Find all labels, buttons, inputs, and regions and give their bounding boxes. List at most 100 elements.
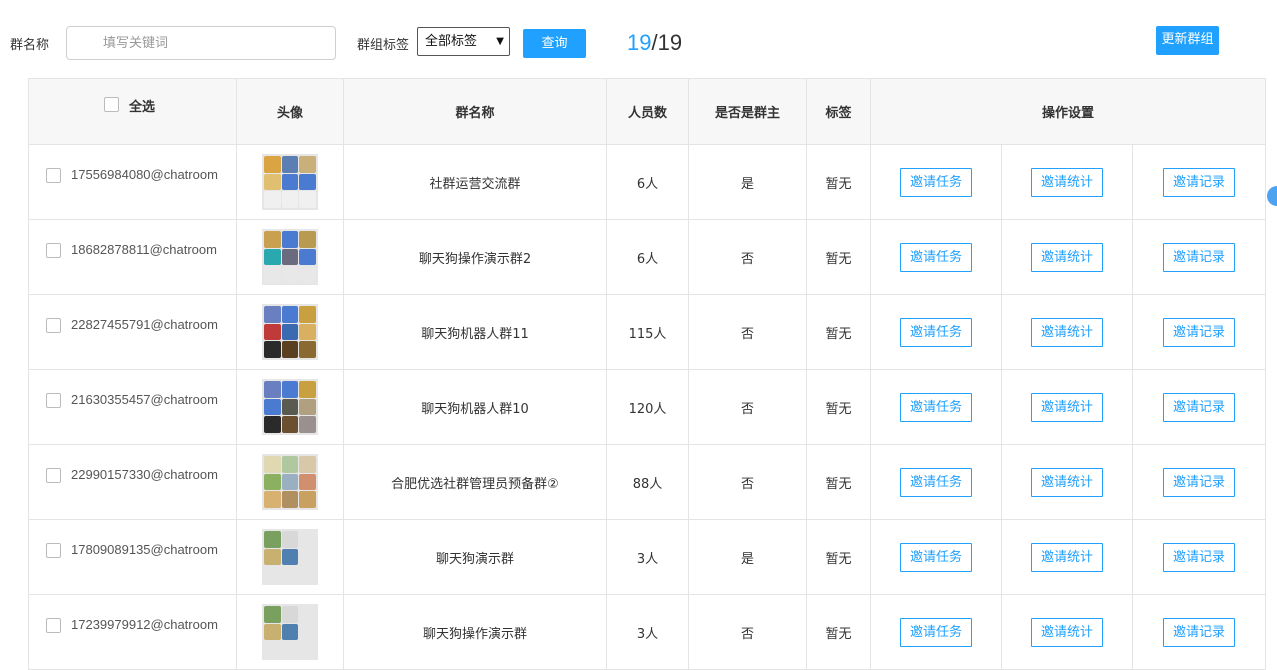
row-id-cell: 17809089135@chatroom [28, 519, 237, 595]
row-checkbox[interactable] [46, 168, 61, 183]
row-members: 6人 [606, 144, 689, 220]
invite-records-button[interactable]: 邀请记录 [1163, 542, 1235, 572]
row-checkbox[interactable] [46, 618, 61, 633]
select-all-label: 全选 [129, 100, 156, 115]
header-is-owner: 是否是群主 [688, 78, 807, 145]
row-id-cell: 17556984080@chatroom [28, 144, 237, 220]
invite-stats-button[interactable]: 邀请统计 [1031, 617, 1103, 647]
row-group-name: 聊天狗操作演示群2 [343, 219, 607, 295]
row-members: 120人 [606, 369, 689, 445]
row-checkbox[interactable] [46, 543, 61, 558]
select-all-header: 全选 [28, 78, 237, 145]
invite-stats-button[interactable]: 邀请统计 [1031, 542, 1103, 572]
invite-records-button[interactable]: 邀请记录 [1163, 392, 1235, 422]
select-all-checkbox[interactable] [104, 97, 119, 112]
row-op-cell: 邀请任务 [870, 144, 1002, 220]
invite-records-button[interactable]: 邀请记录 [1163, 467, 1235, 497]
invite-task-button[interactable]: 邀请任务 [900, 167, 972, 197]
row-chatroom-id: 17239979912@chatroom [71, 617, 218, 632]
row-tag: 暂无 [806, 519, 871, 595]
row-op-cell: 邀请记录 [1132, 594, 1266, 670]
group-avatar [262, 454, 318, 510]
query-button[interactable]: 查询 [523, 29, 586, 58]
invite-records-button[interactable]: 邀请记录 [1163, 167, 1235, 197]
invite-task-button[interactable]: 邀请任务 [900, 467, 972, 497]
invite-stats-button[interactable]: 邀请统计 [1031, 242, 1103, 272]
row-chatroom-id: 17556984080@chatroom [71, 167, 218, 182]
row-op-cell: 邀请统计 [1001, 444, 1133, 520]
invite-task-button[interactable]: 邀请任务 [900, 392, 972, 422]
tag-label: 群组标签 [357, 38, 410, 53]
tag-select[interactable]: 全部标签 ▼ [417, 27, 510, 56]
group-avatar [262, 229, 318, 285]
row-group-name: 聊天狗机器人群10 [343, 369, 607, 445]
row-id-cell: 22990157330@chatroom [28, 444, 237, 520]
table-header-row: 全选 头像 群名称 人员数 是否是群主 标签 操作设置 [28, 78, 1266, 145]
row-op-cell: 邀请记录 [1132, 144, 1266, 220]
row-avatar-cell [236, 219, 344, 295]
invite-task-button[interactable]: 邀请任务 [900, 542, 972, 572]
invite-stats-button[interactable]: 邀请统计 [1031, 167, 1103, 197]
toolbar: 群名称 群组标签 全部标签 ▼ 查询 19/19 更新群组 [0, 0, 1277, 78]
invite-records-button[interactable]: 邀请记录 [1163, 317, 1235, 347]
page-current: 19 [627, 30, 652, 55]
table-row: 17809089135@chatroom 聊天狗演示群 3人 是 暂无 邀请任务… [28, 519, 1266, 595]
group-name-label: 群名称 [10, 38, 50, 53]
row-id-cell: 17239979912@chatroom [28, 594, 237, 670]
row-tag: 暂无 [806, 219, 871, 295]
row-is-owner: 否 [688, 594, 807, 670]
invite-records-button[interactable]: 邀请记录 [1163, 242, 1235, 272]
row-tag: 暂无 [806, 444, 871, 520]
invite-stats-button[interactable]: 邀请统计 [1031, 467, 1103, 497]
row-group-name: 合肥优选社群管理员预备群② [343, 444, 607, 520]
row-checkbox[interactable] [46, 243, 61, 258]
row-avatar-cell [236, 369, 344, 445]
row-op-cell: 邀请记录 [1132, 219, 1266, 295]
update-group-button[interactable]: 更新群组 [1156, 26, 1219, 55]
row-members: 3人 [606, 594, 689, 670]
group-avatar [262, 604, 318, 660]
dropdown-arrow-icon: ▼ [496, 36, 504, 47]
page-total: /19 [651, 30, 683, 55]
invite-stats-button[interactable]: 邀请统计 [1031, 392, 1103, 422]
row-checkbox[interactable] [46, 318, 61, 333]
row-members: 3人 [606, 519, 689, 595]
row-op-cell: 邀请任务 [870, 369, 1002, 445]
table-row: 22990157330@chatroom 合肥优选社群管理员预备群② 88人 否… [28, 444, 1266, 520]
invite-stats-button[interactable]: 邀请统计 [1031, 317, 1103, 347]
invite-records-button[interactable]: 邀请记录 [1163, 617, 1235, 647]
row-checkbox[interactable] [46, 393, 61, 408]
header-avatar: 头像 [236, 78, 344, 145]
invite-task-button[interactable]: 邀请任务 [900, 242, 972, 272]
row-is-owner: 否 [688, 294, 807, 370]
row-op-cell: 邀请任务 [870, 594, 1002, 670]
tag-select-value: 全部标签 [425, 34, 478, 49]
side-float-tab[interactable] [1267, 186, 1277, 206]
invite-task-button[interactable]: 邀请任务 [900, 617, 972, 647]
row-avatar-cell [236, 144, 344, 220]
row-op-cell: 邀请统计 [1001, 294, 1133, 370]
row-tag: 暂无 [806, 369, 871, 445]
table-row: 17239979912@chatroom 聊天狗操作演示群 3人 否 暂无 邀请… [28, 594, 1266, 670]
page-counter: 19/19 [627, 30, 682, 56]
header-operations: 操作设置 [870, 78, 1266, 145]
row-chatroom-id: 21630355457@chatroom [71, 392, 218, 407]
group-table: 全选 头像 群名称 人员数 是否是群主 标签 操作设置 17556984080@… [28, 78, 1266, 670]
search-input[interactable] [66, 26, 336, 60]
row-id-cell: 22827455791@chatroom [28, 294, 237, 370]
row-op-cell: 邀请记录 [1132, 444, 1266, 520]
row-op-cell: 邀请统计 [1001, 519, 1133, 595]
row-op-cell: 邀请统计 [1001, 369, 1133, 445]
row-is-owner: 是 [688, 144, 807, 220]
row-members: 88人 [606, 444, 689, 520]
row-chatroom-id: 17809089135@chatroom [71, 542, 218, 557]
row-avatar-cell [236, 294, 344, 370]
row-op-cell: 邀请统计 [1001, 219, 1133, 295]
row-op-cell: 邀请记录 [1132, 294, 1266, 370]
row-avatar-cell [236, 594, 344, 670]
row-op-cell: 邀请记录 [1132, 369, 1266, 445]
table-row: 22827455791@chatroom 聊天狗机器人群11 115人 否 暂无… [28, 294, 1266, 370]
row-group-name: 聊天狗操作演示群 [343, 594, 607, 670]
invite-task-button[interactable]: 邀请任务 [900, 317, 972, 347]
row-checkbox[interactable] [46, 468, 61, 483]
